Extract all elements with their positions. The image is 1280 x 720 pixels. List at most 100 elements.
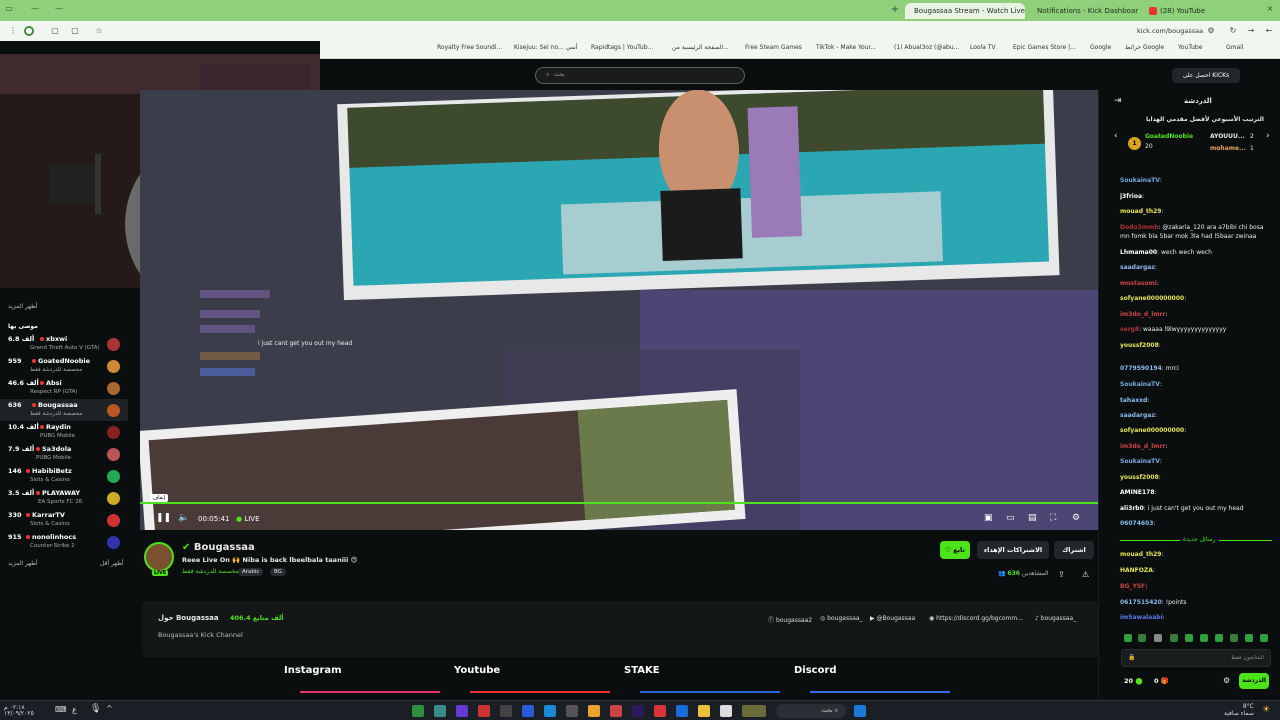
bookmark[interactable]: Google [1090,44,1111,51]
taskbar-search[interactable]: بحث ⌕ [776,704,846,718]
app-icon[interactable] [720,705,732,717]
show-less-link[interactable]: أظهر أقل [100,560,124,567]
subscribe-button[interactable]: اشتراك [1054,541,1094,559]
sidebar-item-habibibetz[interactable]: 146 HabibiBetz Slots & Casino [0,465,128,487]
sidebar-item-karrartv[interactable]: 330 KarrarTV Slots & Casino [0,509,128,531]
tray-overflow-icon[interactable]: ^ [106,704,113,713]
sidebar-item-sa3dola[interactable]: 7.9 ألف Sa3dola PUBG Mobile [0,443,128,465]
menu-icon[interactable]: ⋮ [8,26,18,36]
bookmark[interactable]: الصفحة الرئيسية من... [672,44,729,51]
app-icon-browser[interactable] [412,705,424,717]
tiktok-link[interactable]: ♪ bougassaa_ [1035,615,1076,622]
gift-subs-button[interactable]: الاشتراكات الإهداء [977,541,1049,559]
panel-discord[interactable]: Discord [794,665,837,676]
volume-icon[interactable]: 🔈 [178,513,189,523]
discord-link[interactable]: ◉ https://discord.gg/bgcomm... [929,615,1023,622]
panel-youtube[interactable]: Youtube [454,665,500,676]
bookmark[interactable]: Free Steam Games [745,44,802,51]
follow-button[interactable]: ♡ تابع [940,541,970,559]
app-icon-chrome[interactable] [588,705,600,717]
panel-stake[interactable]: STAKE [624,665,660,676]
url-field[interactable]: kick.com/bougassaa [1137,27,1203,35]
channel-avatar[interactable] [144,542,174,572]
instagram-link[interactable]: ◎ bougassaa_ [820,615,863,622]
panel-banner[interactable] [640,691,780,697]
bookmark[interactable]: (1) Abual3oz (@abu... [894,44,959,51]
app-icon[interactable] [742,705,766,717]
pause-icon[interactable]: ❚❚ [156,513,171,523]
reload-icon[interactable]: ↻ [1228,26,1238,36]
leader-name[interactable]: mohame... [1210,145,1246,152]
app-icon[interactable] [434,705,446,717]
settings-icon[interactable]: ⚙ [1072,513,1080,523]
bookmark[interactable]: Gmail [1226,44,1244,51]
tab-kick-dashboard[interactable]: Notifications - Kick Dashboard [1028,3,1138,19]
sidebar-item-bougassaa[interactable]: 636 Bougassaa مخصصة للدردشة فقط [0,399,128,421]
show-more-link[interactable]: أظهر المزيد [8,560,38,567]
panel-banner[interactable] [470,691,610,697]
app-icon-premiere[interactable] [632,705,644,717]
chat-settings-icon[interactable]: ⚙ [1223,676,1230,685]
subs-counter[interactable]: 0 🎁 [1154,677,1169,685]
facebook-link[interactable]: ⓕ bougassaa2 [768,615,812,624]
pip-icon[interactable]: ▣ [984,513,993,523]
close-window-icon[interactable]: × [1265,4,1275,14]
sidebar-item-goatednoobie[interactable]: 959 GoatedNoobie مخصصة للدردشة فقط [0,355,128,377]
bookmark[interactable]: Loola TV [970,44,996,51]
app-icon[interactable] [478,705,490,717]
bookmark[interactable]: Rapidtags | YouTub... [591,44,653,51]
language-indicator[interactable]: ع [72,705,77,714]
report-icon[interactable]: ⚠ [1082,570,1089,579]
back-arrow-icon[interactable]: ← [1264,26,1274,36]
sidebar-icon[interactable]: ▢ [70,26,80,36]
youtube-link[interactable]: ▶ @Bougassaa [870,615,915,622]
weather-widget[interactable]: 8°C سماء صافية [1224,703,1254,717]
extensions-icon[interactable]: ▢ [50,26,60,36]
app-icon[interactable] [522,705,534,717]
profile-icon[interactable]: ● [24,26,34,36]
channel-name[interactable]: ✔ Bougassaa [182,542,255,553]
bookmark[interactable]: خرائط Google [1125,44,1164,51]
share-icon[interactable]: ⇪ [1058,570,1065,579]
app-icon[interactable] [676,705,688,717]
tune-icon[interactable]: ⚙ [1206,26,1216,36]
new-tab-icon[interactable]: + [890,5,900,15]
get-kicks-button[interactable]: احصل على KICKs [1172,68,1240,83]
bookmark-star-icon[interactable]: ☆ [94,26,104,36]
emote-row[interactable] [1120,633,1272,643]
sidebar-item-playaway[interactable]: 3.5 ألف PLAYAWAY EA Sports FC 26 [0,487,128,509]
minimize-icon[interactable]: — [54,4,64,14]
chevron-left-icon[interactable]: ‹ [1114,131,1118,141]
leader-name[interactable]: AYOUUU... [1210,133,1245,140]
progress-bar[interactable] [140,502,1098,504]
app-icon[interactable] [566,705,578,717]
chevron-right-icon[interactable]: › [1266,131,1270,141]
tab-youtube[interactable]: (28) YouTube [1143,3,1263,19]
app-icon[interactable] [654,705,666,717]
app-icon[interactable] [456,705,468,717]
theater-icon[interactable]: ▭ [1006,513,1015,523]
sidebar-item-xbxwi[interactable]: 6.8 ألف xbxwi Grand Theft Auto V (GTA) [0,333,128,355]
points-counter[interactable]: 20 ⬤ [1124,677,1143,685]
bookmark[interactable]: TikTok - Make Your... [816,44,876,51]
back-icon[interactable]: — [30,4,40,14]
collapse-chat-icon[interactable]: ⇥ [1114,96,1122,106]
sidebar-item-raydin[interactable]: 10.4 ألف Raydin PUBG Mobile [0,421,128,443]
panel-banner[interactable] [300,691,440,697]
app-icon[interactable] [500,705,512,717]
video-player[interactable]: i just cant get you out my head [140,90,1098,530]
restore-icon[interactable]: ▭ [4,4,14,14]
network-icon[interactable]: ⌨ [55,705,67,714]
send-chat-button[interactable]: الدردشة [1239,673,1269,689]
app-icon[interactable] [610,705,622,717]
windows-start-icon[interactable] [854,705,866,717]
bookmark[interactable]: Kisejuu: Sei no... أنمي [514,44,578,51]
bookmark[interactable]: YouTube [1178,44,1202,51]
tag-chip[interactable]: Arabic [238,568,264,576]
clip-icon[interactable]: ▤ [1028,513,1037,523]
search-input[interactable]: ⌕ بحث [535,67,745,84]
bookmark[interactable]: Royalty Free Soundi... [437,44,502,51]
microphone-icon[interactable]: 🎙 [90,704,101,714]
app-icon[interactable] [544,705,556,717]
tab-kick-stream[interactable]: Bougassaa Stream - Watch Live [905,3,1025,19]
